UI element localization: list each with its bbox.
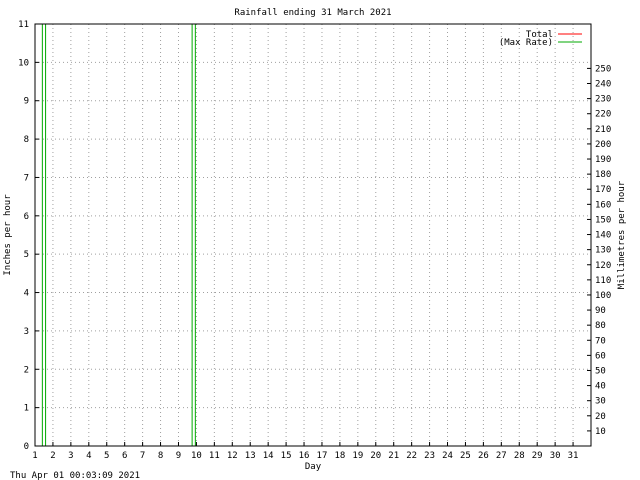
y2-tick-label: 180: [595, 170, 611, 180]
x-tick-label: 27: [496, 451, 507, 461]
x-tick-label: 24: [442, 451, 453, 461]
x-tick-label: 17: [317, 451, 328, 461]
y2-tick-label: 10: [595, 427, 606, 437]
x-tick-label: 8: [158, 451, 163, 461]
x-tick-label: 30: [550, 451, 561, 461]
x-tick-label: 6: [122, 451, 127, 461]
y2-tick-label: 120: [595, 261, 611, 271]
y-tick-label: 1: [24, 404, 29, 414]
x-tick-label: 3: [68, 451, 73, 461]
y2-tick-label: 20: [595, 412, 606, 422]
y2-tick-label: 40: [595, 382, 606, 392]
y-tick-label: 3: [24, 327, 29, 337]
x-tick-label: 16: [299, 451, 310, 461]
x-tick-label: 2: [50, 451, 55, 461]
y2-tick-label: 160: [595, 200, 611, 210]
y2-tick-label: 70: [595, 336, 606, 346]
x-tick-label: 15: [281, 451, 292, 461]
y-tick-label: 5: [24, 250, 29, 260]
x-tick-label: 11: [209, 451, 220, 461]
timestamp: Thu Apr 01 00:03:09 2021: [10, 471, 140, 480]
y2-tick-label: 140: [595, 231, 611, 241]
rainfall-chart: Rainfall ending 31 March 2021 1234567891…: [3, 8, 627, 480]
x-tick-label: 13: [245, 451, 256, 461]
plot-frame: [34, 23, 592, 447]
y2-tick-label: 150: [595, 215, 611, 225]
x-tick-label: 14: [263, 451, 274, 461]
y-tick-label: 8: [24, 135, 29, 145]
grid-lines: [35, 24, 591, 446]
x-tick-label: 26: [478, 451, 489, 461]
y2-axis-label: Millimetres per hour: [617, 180, 627, 289]
y2-tick-label: 220: [595, 110, 611, 120]
x-tick-label: 28: [514, 451, 525, 461]
y2-tick-label: 130: [595, 246, 611, 256]
x-tick-label: 29: [532, 451, 543, 461]
y2-tick-label: 240: [595, 80, 611, 90]
x-tick-label: 18: [334, 451, 345, 461]
y2-tick-label: 200: [595, 140, 611, 150]
y2-tick-label: 170: [595, 185, 611, 195]
x-axis-label: Day: [305, 462, 322, 472]
x-tick-label: 10: [191, 451, 202, 461]
y-tick-label: 4: [24, 289, 29, 299]
y2-tick-label: 230: [595, 95, 611, 105]
legend-label: (Max Rate): [499, 38, 553, 48]
max-rate-spike: [191, 23, 196, 446]
x-tick-label: 12: [227, 451, 238, 461]
y-axis-ticks: 0 1 2 3 4 5 6 7 8 9 10 11: [18, 20, 39, 452]
x-tick-label: 21: [388, 451, 399, 461]
y2-tick-label: 90: [595, 306, 606, 316]
legend: Total(Max Rate): [499, 30, 582, 48]
y2-tick-label: 50: [595, 366, 606, 376]
x-tick-label: 19: [352, 451, 363, 461]
max-rate-spike: [41, 23, 47, 446]
x-tick-label: 25: [460, 451, 471, 461]
chart-title: Rainfall ending 31 March 2021: [234, 8, 391, 18]
y-tick-label: 2: [24, 365, 29, 375]
y-tick-label: 9: [24, 97, 29, 107]
y-tick-label: 0: [24, 442, 29, 452]
x-tick-label: 31: [568, 451, 579, 461]
x-axis-ticks: 1 2 3 4 5 6 7 8 9 10 11 12 13 14 15 16 17 18 19 20 21 22 23 24 2…: [32, 442, 578, 461]
y-axis-label: Inches per hour: [3, 194, 13, 276]
x-tick-label: 9: [176, 451, 181, 461]
y2-tick-label: 210: [595, 125, 611, 135]
x-tick-label: 5: [104, 451, 109, 461]
x-tick-label: 4: [86, 451, 91, 461]
x-tick-label: 20: [370, 451, 381, 461]
y2-tick-label: 250: [595, 64, 611, 74]
x-tick-label: 22: [406, 451, 417, 461]
y2-tick-label: 110: [595, 276, 611, 286]
x-tick-label: 23: [424, 451, 435, 461]
y2-tick-label: 190: [595, 155, 611, 165]
y-tick-label: 7: [24, 173, 29, 183]
y2-tick-label: 80: [595, 321, 606, 331]
y2-tick-label: 30: [595, 397, 606, 407]
y-tick-label: 11: [18, 20, 29, 30]
max-rate-spikes: [41, 23, 196, 446]
y2-tick-label: 60: [595, 351, 606, 361]
x-tick-label: 7: [140, 451, 145, 461]
x-tick-label: 1: [32, 451, 37, 461]
y-tick-label: 6: [24, 212, 29, 222]
y-tick-label: 10: [18, 58, 29, 68]
y2-tick-label: 100: [595, 291, 611, 301]
